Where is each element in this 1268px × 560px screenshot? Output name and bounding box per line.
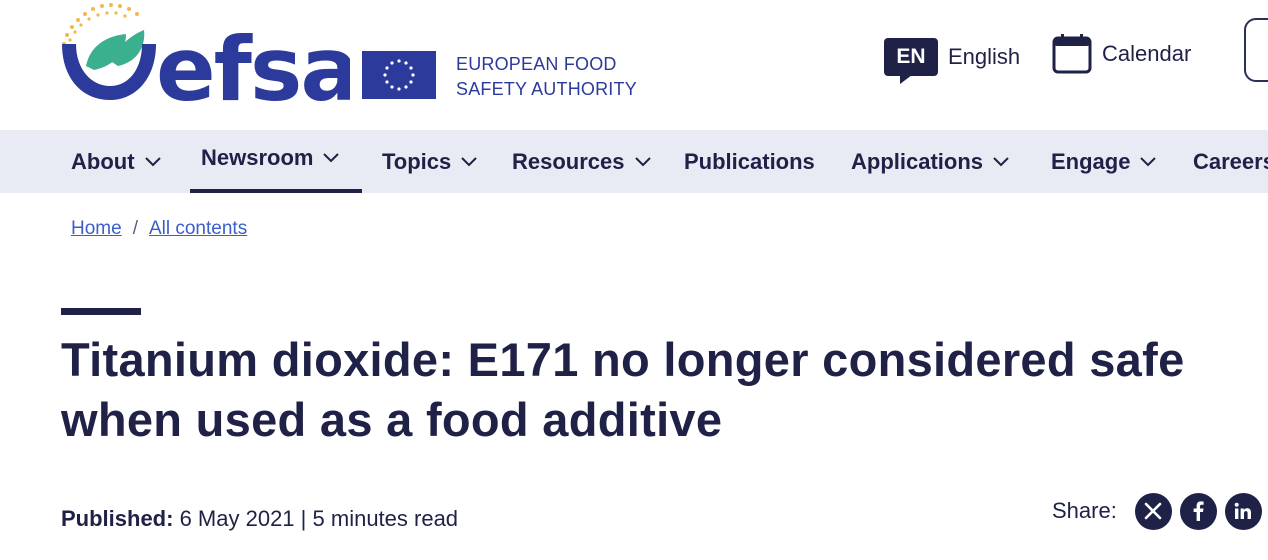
article-meta: Published: 6 May 2021 | 5 minutes read xyxy=(61,506,458,532)
published-label: Published: xyxy=(61,506,174,531)
nav-item-applications[interactable]: Applications xyxy=(851,130,1009,193)
share-linkedin-button[interactable] xyxy=(1224,492,1262,530)
nav-item-label: Topics xyxy=(382,148,452,174)
agency-name-line1: EUROPEAN FOOD xyxy=(456,54,617,74)
linkedin-icon xyxy=(1235,502,1252,519)
nav-item-label: Applications xyxy=(851,148,984,174)
nav-item-topics[interactable]: Topics xyxy=(382,130,477,193)
chevron-down-icon xyxy=(1140,156,1157,166)
site-header: efsa EUROPEAN FOOD SAFETY AUTHORITY EN E… xyxy=(0,0,1268,130)
calendar-label: Calendar xyxy=(1102,41,1192,66)
language-code-badge: EN xyxy=(884,38,938,84)
language-selector-button[interactable]: EN English xyxy=(884,34,1021,84)
page-title: Titanium dioxide: E171 no longer conside… xyxy=(61,333,1185,446)
agency-name-line2: SAFETY AUTHORITY xyxy=(456,79,637,99)
breadcrumb-home-link[interactable]: Home xyxy=(71,218,122,240)
nav-item-label: Newsroom xyxy=(201,144,314,170)
breadcrumb-separator: / xyxy=(132,218,138,239)
nav-item-label: Engage xyxy=(1051,148,1131,174)
read-time: 5 minutes read xyxy=(312,506,459,531)
share-facebook-button[interactable] xyxy=(1179,492,1217,530)
main-navigation: About Newsroom Topics Resources Publicat… xyxy=(0,130,1268,193)
facebook-icon xyxy=(1193,501,1204,521)
calendar-icon xyxy=(1052,34,1092,74)
svg-text:efsa: efsa xyxy=(156,18,350,110)
chevron-down-icon xyxy=(993,156,1009,166)
nav-item-careers[interactable]: Careers xyxy=(1193,130,1268,193)
nav-item-label: Publications xyxy=(684,148,815,174)
title-accent-bar xyxy=(61,308,141,315)
nav-item-label: About xyxy=(71,148,135,174)
eu-flag-icon xyxy=(362,51,436,99)
nav-item-label: Careers xyxy=(1193,148,1268,174)
share-label: Share: xyxy=(1052,498,1117,523)
share-x-button[interactable] xyxy=(1134,492,1172,530)
chevron-down-icon xyxy=(461,156,477,166)
nav-item-newsroom[interactable]: Newsroom xyxy=(190,130,362,193)
breadcrumb: Home / All contents xyxy=(71,218,247,240)
nav-item-publications[interactable]: Publications xyxy=(684,130,815,193)
share-bar: Share: xyxy=(1052,491,1262,531)
nav-item-engage[interactable]: Engage xyxy=(1051,130,1157,193)
search-button[interactable] xyxy=(1244,18,1268,82)
chevron-down-icon xyxy=(634,156,651,166)
nav-item-label: Resources xyxy=(512,148,625,174)
meta-separator: | xyxy=(300,506,307,531)
breadcrumb-all-contents-link[interactable]: All contents xyxy=(149,218,247,240)
published-date: 6 May 2021 xyxy=(179,506,295,531)
nav-item-resources[interactable]: Resources xyxy=(512,130,651,193)
chevron-down-icon xyxy=(144,156,161,166)
calendar-button[interactable]: Calendar xyxy=(1052,32,1191,76)
x-icon xyxy=(1145,502,1162,520)
language-label: English xyxy=(948,44,1021,69)
agency-name: EUROPEAN FOOD SAFETY AUTHORITY xyxy=(456,52,637,102)
chevron-down-icon xyxy=(323,152,340,162)
nav-item-about[interactable]: About xyxy=(71,130,161,193)
efsa-logo[interactable]: efsa xyxy=(60,0,360,121)
